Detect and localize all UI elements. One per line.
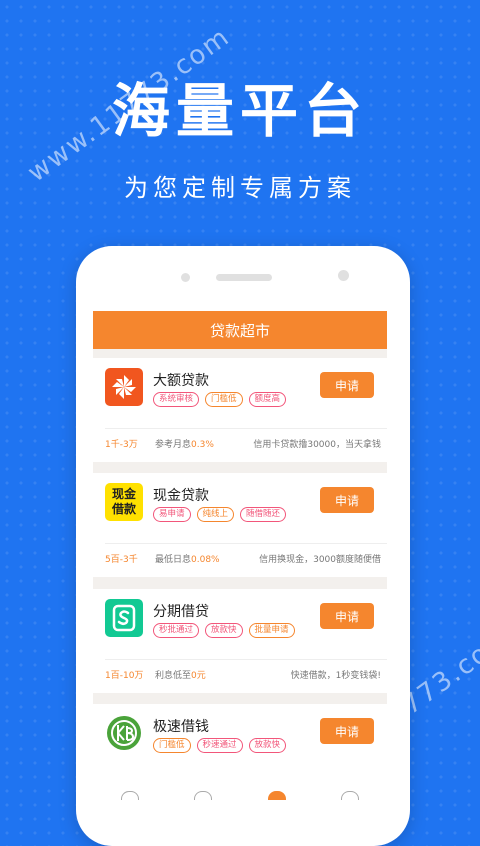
screen-title: 贷款超市 bbox=[209, 321, 270, 340]
rate-label: 参考月息 bbox=[155, 439, 192, 450]
phone-speaker bbox=[216, 274, 272, 281]
rate-label: 最低日息 bbox=[155, 554, 192, 565]
user-icon[interactable] bbox=[194, 791, 213, 800]
screen-header: 贷款超市 bbox=[93, 311, 387, 349]
card-footer: 1千-3万 参考月息0.3% 信用卡贷款撸30000，当天拿钱 bbox=[105, 434, 381, 452]
tag-list: 系统审核 门槛低 额度高 bbox=[153, 392, 287, 407]
divider bbox=[105, 428, 387, 429]
apply-button[interactable]: 申请 bbox=[320, 372, 374, 398]
divider bbox=[105, 659, 387, 660]
tag: 放款快 bbox=[205, 623, 243, 638]
pinwheel-icon bbox=[105, 368, 143, 406]
cash-loan-icon: 现金借款 bbox=[105, 483, 143, 521]
phone-sensor bbox=[181, 273, 190, 282]
loan-market-icon[interactable] bbox=[267, 791, 286, 800]
amount-range: 1百-10万 bbox=[105, 670, 144, 681]
tag: 额度高 bbox=[248, 392, 287, 407]
tag-list: 易申请 纯线上 随借随还 bbox=[153, 507, 287, 522]
loan-card[interactable]: 大额贷款 系统审核 门槛低 额度高 申请 1千-3万 参考月息0.3% 信用卡贷… bbox=[93, 358, 387, 462]
home-icon[interactable] bbox=[120, 791, 139, 800]
bottom-nav bbox=[93, 789, 387, 800]
rate-info: 最低日息0.08% bbox=[155, 552, 220, 565]
product-description: 信用卡贷款撸30000，当天拿钱 bbox=[253, 439, 381, 450]
rate-info: 参考月息0.3% bbox=[155, 437, 214, 450]
loan-card[interactable]: 极速借钱 门槛低 秒速通过 放款快 申请 bbox=[93, 704, 387, 789]
amount-range: 1千-3万 bbox=[105, 439, 138, 450]
phone-screen: 贷款超市 大额贷款 系统审核 门槛低 额度高 申请 1千-3万 参考月息0.3%… bbox=[93, 311, 387, 800]
product-name: 大额贷款 bbox=[153, 373, 209, 389]
divider bbox=[105, 543, 387, 544]
phone-camera bbox=[338, 270, 349, 281]
rate-info: 利息低至0元 bbox=[155, 668, 206, 681]
apply-button[interactable]: 申请 bbox=[320, 718, 374, 744]
tag: 秒速通过 bbox=[196, 738, 243, 753]
product-name: 极速借钱 bbox=[153, 719, 209, 735]
logo-text: 现金借款 bbox=[111, 487, 136, 516]
rate-value: 0.3% bbox=[191, 439, 214, 450]
tag: 随借随还 bbox=[240, 507, 287, 522]
shield-icon[interactable] bbox=[341, 791, 360, 800]
tag: 门槛低 bbox=[153, 738, 191, 753]
amount-range: 5百-3千 bbox=[105, 554, 138, 565]
product-description: 信用换现金，3000额度随便借 bbox=[259, 554, 381, 565]
product-name: 现金贷款 bbox=[153, 488, 209, 504]
tag: 门槛低 bbox=[205, 392, 243, 407]
loan-card[interactable]: 分期借贷 秒批通过 放款快 批量申请 申请 1百-10万 利息低至0元 快速借款… bbox=[93, 589, 387, 693]
product-name: 分期借贷 bbox=[153, 604, 209, 620]
hero-subtitle: 为您定制专属方案 bbox=[124, 174, 356, 202]
tag: 批量申请 bbox=[248, 623, 295, 638]
fast-cash-icon bbox=[105, 714, 143, 752]
tag: 易申请 bbox=[153, 507, 191, 522]
hero-title: 海量平台 bbox=[111, 77, 368, 145]
rate-label: 利息低至 bbox=[155, 670, 192, 681]
tag: 纯线上 bbox=[196, 507, 235, 522]
loan-card[interactable]: 现金借款 现金贷款 易申请 纯线上 随借随还 申请 5百-3千 最低日息0.08… bbox=[93, 473, 387, 577]
tag: 系统审核 bbox=[153, 392, 200, 407]
card-footer: 1百-10万 利息低至0元 快速借款，1秒变钱袋! bbox=[105, 665, 381, 683]
tag: 秒批通过 bbox=[153, 623, 200, 638]
tag-list: 秒批通过 放款快 批量申请 bbox=[153, 623, 295, 638]
product-description: 快速借款，1秒变钱袋! bbox=[290, 670, 381, 681]
rate-value: 0.08% bbox=[191, 554, 220, 565]
tag-list: 门槛低 秒速通过 放款快 bbox=[153, 738, 287, 753]
card-footer: 5百-3千 最低日息0.08% 信用换现金，3000额度随便借 bbox=[105, 549, 381, 567]
apply-button[interactable]: 申请 bbox=[320, 487, 374, 513]
rate-value: 0元 bbox=[191, 670, 206, 681]
tag: 放款快 bbox=[248, 738, 287, 753]
apply-button[interactable]: 申请 bbox=[320, 603, 374, 629]
s-card-icon bbox=[105, 599, 143, 637]
